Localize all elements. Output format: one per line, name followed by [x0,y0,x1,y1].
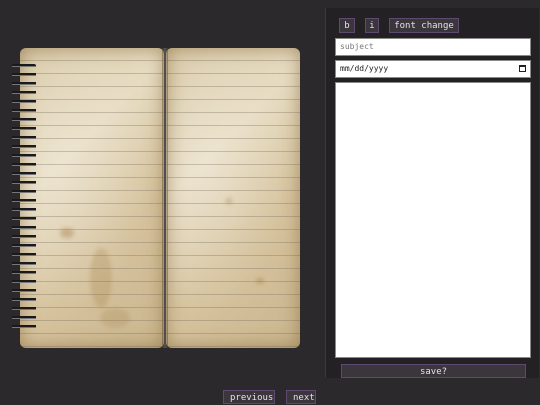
italic-button[interactable]: i [365,18,379,33]
spiral-binding [12,64,36,334]
stain [226,198,232,204]
notebook-image [12,44,304,352]
stain [256,278,264,284]
date-placeholder: mm/dd/yyyy [340,64,389,73]
font-change-button[interactable]: font change [389,18,459,33]
notebook-spine [162,48,168,348]
stain [100,308,130,328]
bold-button[interactable]: b [339,18,355,33]
subject-input[interactable]: subject [335,38,531,56]
notebook-left-page [20,48,164,348]
date-input[interactable]: mm/dd/yyyy [335,60,531,78]
stain [60,228,74,238]
body-textarea[interactable] [335,82,531,358]
editor-panel: b i font change subject mm/dd/yyyy save? [325,8,539,378]
stain [90,248,112,308]
calendar-icon[interactable] [519,65,526,72]
save-button[interactable]: save? [341,364,526,378]
notebook-right-page [166,48,300,348]
previous-button[interactable]: previous [223,390,275,404]
next-button[interactable]: next [286,390,316,404]
